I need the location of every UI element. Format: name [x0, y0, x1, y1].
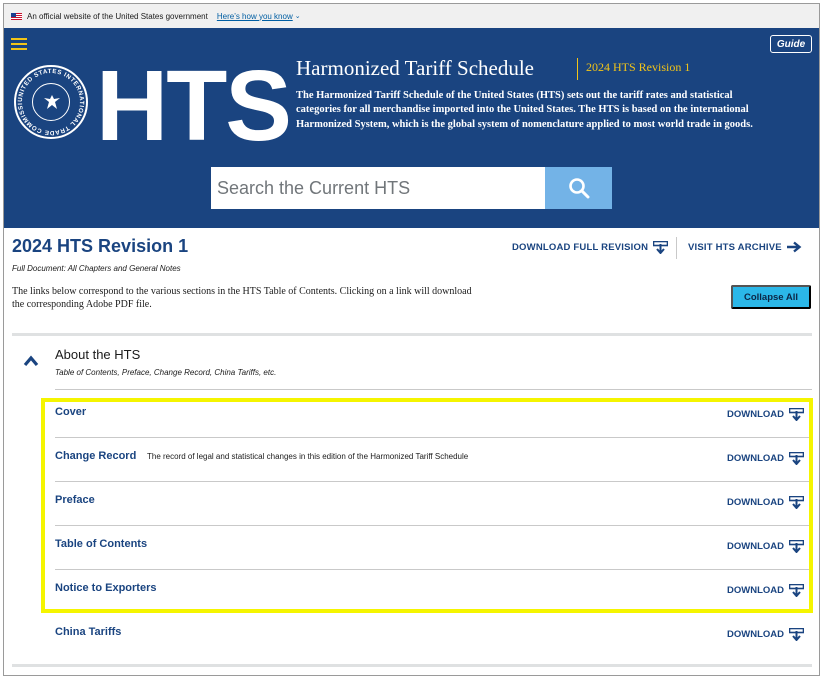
about-section-subtitle: Table of Contents, Preface, Change Recor… — [55, 368, 277, 377]
hamburger-menu-icon[interactable] — [11, 38, 27, 50]
download-table-of-contents-link[interactable]: DOWNLOAD — [727, 540, 804, 553]
collapse-all-button[interactable]: Collapse All — [731, 285, 811, 309]
list-item-notice-to-exporters: Notice to Exporters DOWNLOAD — [55, 570, 812, 614]
site-title: Harmonized Tariff Schedule — [296, 56, 535, 80]
download-icon — [653, 241, 669, 254]
us-flag-icon — [11, 12, 22, 20]
download-label: DOWNLOAD — [727, 497, 784, 508]
download-icon — [789, 496, 804, 509]
list-item-change-record: Change Record The record of legal and st… — [55, 438, 812, 482]
table-of-contents-link[interactable]: Table of Contents — [55, 538, 147, 550]
chevron-down-icon[interactable]: ⌄ — [295, 12, 301, 20]
header-revision: 2024 HTS Revision 1 — [586, 60, 691, 74]
section-divider — [12, 333, 812, 336]
download-icon — [789, 452, 804, 465]
section-divider-bottom — [12, 664, 812, 667]
usitc-seal-logo: UNITED STATES INTERNATIONAL TRADE COMMIS… — [14, 65, 88, 139]
change-record-description: The record of legal and statistical chan… — [147, 452, 469, 461]
download-notice-to-exporters-link[interactable]: DOWNLOAD — [727, 584, 804, 597]
download-label: DOWNLOAD — [727, 409, 784, 420]
heres-how-you-know-link[interactable]: Here’s how you know — [217, 12, 293, 21]
preface-link[interactable]: Preface — [55, 494, 95, 506]
download-change-record-link[interactable]: DOWNLOAD — [727, 452, 804, 465]
gov-banner-text: An official website of the United States… — [27, 11, 208, 21]
chevron-up-icon[interactable] — [23, 354, 39, 368]
about-section-title[interactable]: About the HTS — [55, 347, 140, 362]
list-item-cover: Cover DOWNLOAD — [55, 394, 812, 438]
download-icon — [789, 584, 804, 597]
visit-hts-archive-link[interactable]: VISIT HTS ARCHIVE — [688, 241, 802, 253]
page-frame: An official website of the United States… — [3, 3, 820, 676]
download-full-revision-label: DOWNLOAD FULL REVISION — [512, 242, 649, 253]
change-record-link[interactable]: Change Record — [55, 450, 136, 462]
revision-intro: The links below correspond to the variou… — [12, 286, 472, 310]
search-placeholder: Search the Current HTS — [217, 177, 411, 198]
china-tariffs-link[interactable]: China Tariffs — [55, 626, 121, 638]
download-preface-link[interactable]: DOWNLOAD — [727, 496, 804, 509]
gov-banner: An official website of the United States… — [4, 4, 819, 28]
search-icon — [568, 178, 589, 199]
list-item-china-tariffs: China Tariffs DOWNLOAD — [55, 614, 812, 658]
notice-to-exporters-link[interactable]: Notice to Exporters — [55, 582, 156, 594]
link-divider — [676, 237, 677, 259]
site-header: Guide UNITED STATES INTERNATIONAL TRADE … — [4, 28, 819, 228]
download-label: DOWNLOAD — [727, 629, 784, 640]
list-item-preface: Preface DOWNLOAD — [55, 482, 812, 526]
download-icon — [789, 628, 804, 641]
download-icon — [789, 540, 804, 553]
eagle-icon — [42, 92, 62, 112]
download-full-revision-link[interactable]: DOWNLOAD FULL REVISION — [512, 241, 669, 254]
site-description: The Harmonized Tariff Schedule of the Un… — [296, 90, 753, 130]
title-divider — [577, 58, 578, 80]
search-input[interactable]: Search the Current HTS — [211, 167, 545, 209]
arrow-right-icon — [786, 241, 802, 253]
visit-hts-archive-label: VISIT HTS ARCHIVE — [688, 241, 782, 253]
revision-title: 2024 HTS Revision 1 — [12, 236, 189, 256]
download-china-tariffs-link[interactable]: DOWNLOAD — [727, 628, 804, 641]
download-label: DOWNLOAD — [727, 541, 784, 552]
revision-subtitle: Full Document: All Chapters and General … — [12, 264, 181, 273]
list-item-table-of-contents: Table of Contents DOWNLOAD — [55, 526, 812, 570]
download-label: DOWNLOAD — [727, 453, 784, 464]
hts-logo[interactable]: HTS — [96, 46, 292, 166]
guide-button[interactable]: Guide — [770, 35, 812, 53]
download-icon — [789, 408, 804, 421]
cover-link[interactable]: Cover — [55, 406, 86, 418]
download-label: DOWNLOAD — [727, 585, 784, 596]
download-cover-link[interactable]: DOWNLOAD — [727, 408, 804, 421]
search-button[interactable] — [545, 167, 612, 209]
about-divider — [55, 389, 812, 390]
